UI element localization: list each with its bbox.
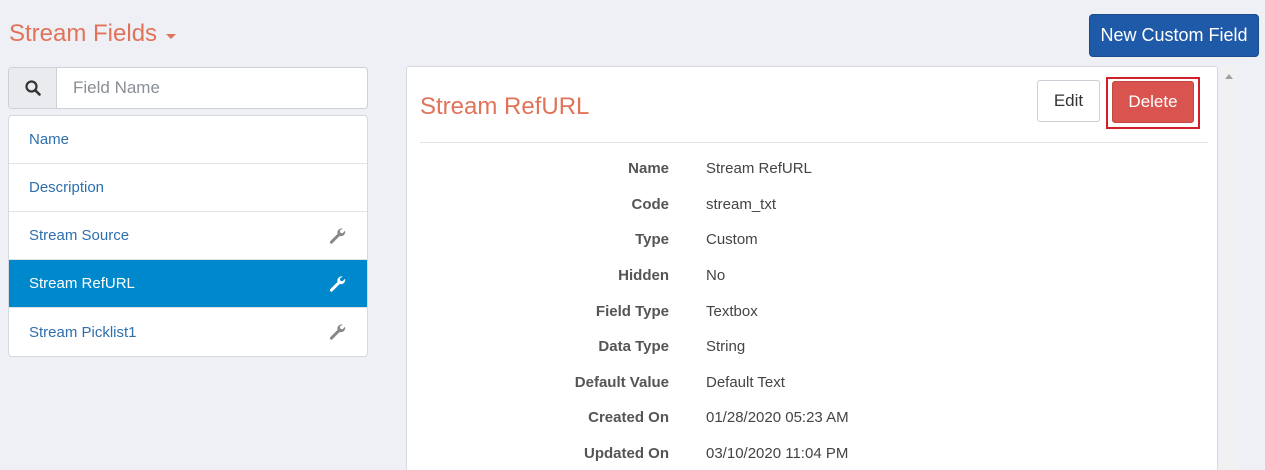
field-list-item-label: Stream Picklist1 <box>29 323 137 341</box>
search-icon <box>24 80 41 96</box>
property-label: Data Type <box>598 338 669 356</box>
property-label: Field Type <box>595 302 669 320</box>
property-label: Created On <box>588 409 669 427</box>
page-title-dropdown[interactable]: Stream Fields <box>9 20 177 48</box>
wrench-icon <box>327 226 347 246</box>
edit-button[interactable]: Edit <box>1037 80 1100 122</box>
field-list-item-label: Stream Source <box>29 227 130 244</box>
property-label: Hidden <box>618 267 669 285</box>
new-custom-field-button[interactable]: New Custom Field <box>1089 14 1259 57</box>
property-label: Code <box>631 195 670 213</box>
property-value: 01/28/2020 05:23 AM <box>706 409 849 427</box>
property-row-field-type: Field Type Textbox <box>407 293 1207 329</box>
property-row-created-on: Created On 01/28/2020 05:23 AM <box>407 400 1207 436</box>
scroll-up-arrow-icon[interactable] <box>1225 74 1233 79</box>
field-list-item-stream-refurl[interactable]: Stream RefURL <box>9 260 367 308</box>
field-list-item-stream-source[interactable]: Stream Source <box>9 212 367 260</box>
wrench-icon <box>327 322 347 342</box>
field-list-item-label: Name <box>29 131 70 148</box>
search-box <box>8 67 368 109</box>
field-list-item-description[interactable]: Description <box>9 164 367 212</box>
delete-button[interactable]: Delete <box>1112 81 1194 123</box>
property-value: String <box>706 338 746 356</box>
field-list-item-label: Description <box>29 179 105 196</box>
page-title: Stream Fields <box>9 20 158 47</box>
detail-title: Stream RefURL <box>420 93 590 120</box>
field-detail-panel: Stream RefURL Edit Delete Name Stream Re… <box>406 66 1218 470</box>
property-value: Textbox <box>706 302 758 320</box>
scrollbar[interactable] <box>1221 66 1238 470</box>
field-list-item-name[interactable]: Name <box>9 116 367 164</box>
property-row-updated-on: Updated On 03/10/2020 11:04 PM <box>407 436 1207 470</box>
property-value: Custom <box>706 231 758 249</box>
property-label: Default Value <box>574 373 669 391</box>
property-value: stream_txt <box>706 195 777 213</box>
field-list-item-stream-picklist1[interactable]: Stream Picklist1 <box>9 308 367 356</box>
field-properties: Name Stream RefURL Code stream_txt Type … <box>407 151 1207 470</box>
field-list-item-label: Stream RefURL <box>29 275 135 292</box>
divider <box>420 142 1208 143</box>
search-addon[interactable] <box>9 68 57 108</box>
property-row-code: Code stream_txt <box>407 187 1207 223</box>
property-label: Updated On <box>584 445 669 463</box>
wrench-icon <box>327 274 347 294</box>
property-row-default-value: Default Value Default Text <box>407 365 1207 401</box>
field-name-search-input[interactable] <box>57 68 367 108</box>
property-row-type: Type Custom <box>407 222 1207 258</box>
property-row-hidden: Hidden No <box>407 258 1207 294</box>
property-value: No <box>706 267 726 285</box>
property-label: Name <box>628 160 669 178</box>
property-value: Default Text <box>706 373 785 391</box>
property-label: Type <box>635 231 669 249</box>
property-value: 03/10/2020 11:04 PM <box>706 445 849 463</box>
property-row-name: Name Stream RefURL <box>407 151 1207 187</box>
field-list: Name Description Stream Source Stream Re… <box>8 115 368 357</box>
property-row-data-type: Data Type String <box>407 329 1207 365</box>
caret-down-icon <box>166 33 177 39</box>
property-value: Stream RefURL <box>706 160 812 178</box>
